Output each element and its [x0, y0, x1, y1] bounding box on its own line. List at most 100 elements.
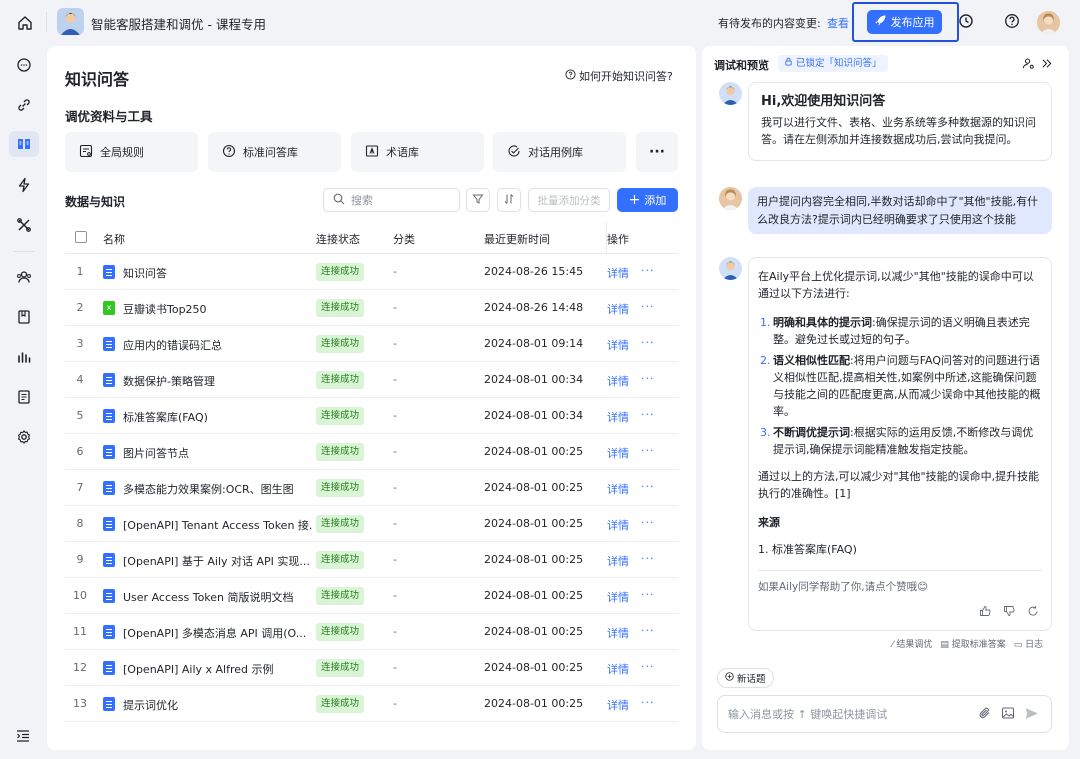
knowledge-book-icon[interactable] [9, 131, 39, 157]
details-link[interactable]: 详情 [607, 265, 629, 281]
table-row[interactable]: 6 图片问答节点 连接成功 - 2024-08-01 00:25 详情 ··· [65, 434, 678, 470]
image-icon[interactable] [1001, 706, 1015, 724]
more-icon[interactable]: ··· [641, 300, 655, 313]
table-row[interactable]: 12 [OpenAPI] Aily x Alfred 示例 连接成功 - 2024-08… [65, 650, 678, 686]
details-link[interactable]: 详情 [607, 409, 629, 425]
persona-icon[interactable] [1022, 57, 1035, 73]
more-icon[interactable]: ··· [641, 336, 655, 349]
select-all-checkbox[interactable] [75, 231, 87, 243]
home-icon[interactable] [14, 12, 36, 34]
filter-button[interactable] [466, 188, 490, 212]
tools-icon[interactable] [13, 214, 35, 236]
send-icon[interactable] [1024, 706, 1039, 724]
input-actions [978, 706, 1039, 724]
thumbs-down-icon[interactable] [1003, 605, 1015, 622]
table-row[interactable]: 1 知识问答 连接成功 - 2024-08-26 15:45 详情 ··· [65, 254, 678, 290]
details-link[interactable]: 详情 [607, 553, 629, 569]
row-name[interactable]: [OpenAPI] Aily x Alfred 示例 [123, 661, 313, 677]
details-link[interactable]: 详情 [607, 481, 629, 497]
more-icon[interactable]: ··· [641, 408, 655, 421]
details-link[interactable]: 详情 [607, 625, 629, 641]
row-name[interactable]: [OpenAPI] 多模态消息 API 调用(O... [123, 625, 313, 641]
details-link[interactable]: 详情 [607, 301, 629, 317]
tool-glossary[interactable]: 术语库 [351, 132, 484, 172]
expand-sidebar-icon[interactable] [15, 728, 31, 747]
link-icon[interactable] [13, 94, 35, 116]
history-icon[interactable] [958, 13, 974, 32]
more-icon[interactable]: ··· [641, 588, 655, 601]
log-icon[interactable] [13, 386, 35, 408]
table-row[interactable]: 10 User Access Token 简版说明文档 连接成功 - 2024-08-0… [65, 578, 678, 614]
users-icon[interactable] [13, 266, 35, 288]
table-row[interactable]: 8 [OpenAPI] Tenant Access Token 接... 连接成功 -… [65, 506, 678, 542]
document-icon[interactable] [13, 306, 35, 328]
details-link[interactable]: 详情 [607, 697, 629, 713]
more-icon[interactable]: ··· [641, 516, 655, 529]
row-name[interactable]: [OpenAPI] Tenant Access Token 接... [123, 517, 313, 533]
sort-button[interactable] [497, 188, 521, 212]
table-row[interactable]: 11 [OpenAPI] 多模态消息 API 调用(O... 连接成功 - 2024-0… [65, 614, 678, 650]
more-icon[interactable]: ··· [641, 552, 655, 565]
table-row[interactable]: 3 应用内的错误码汇总 连接成功 - 2024-08-01 09:14 详情 ··· [65, 326, 678, 362]
item-number: 3. [760, 426, 771, 439]
more-icon[interactable]: ··· [641, 264, 655, 277]
more-icon[interactable]: ··· [641, 480, 655, 493]
help-icon[interactable] [1004, 13, 1020, 32]
tune-result-link[interactable]: ⁄ 结果调优 [892, 637, 932, 650]
source-item[interactable]: 1. 标准答案库(FAQ) [758, 541, 1042, 558]
table-row[interactable]: 5 标准答案库(FAQ) 连接成功 - 2024-08-01 00:34 详情 ··· [65, 398, 678, 434]
regenerate-icon[interactable] [1027, 605, 1039, 622]
bar-chart-icon[interactable] [13, 346, 35, 368]
new-topic-button[interactable]: 新话题 [717, 668, 774, 688]
row-name[interactable]: User Access Token 简版说明文档 [123, 589, 313, 605]
lightning-icon[interactable] [13, 174, 35, 196]
table-row[interactable]: 2 x 豆瓣读书Top250 连接成功 - 2024-08-26 14:48 详情 ··· [65, 290, 678, 326]
attachment-icon[interactable] [978, 706, 992, 724]
row-name[interactable]: 知识问答 [123, 265, 313, 281]
settings-icon[interactable] [13, 426, 35, 448]
details-link[interactable]: 详情 [607, 517, 629, 533]
row-index: 8 [76, 517, 84, 530]
thumbs-up-icon[interactable] [979, 605, 991, 622]
chat-icon[interactable] [13, 54, 35, 76]
tool-dialog-cases[interactable]: 对话用例库 [493, 132, 626, 172]
details-link[interactable]: 详情 [607, 445, 629, 461]
batch-category-button[interactable]: 批量添加分类 [528, 188, 610, 212]
view-changes-link[interactable]: 查看 [827, 15, 849, 31]
more-icon[interactable]: ··· [641, 444, 655, 457]
more-icon[interactable]: ··· [641, 660, 655, 673]
row-name[interactable]: [OpenAPI] 基于 Aily 对话 API 实现... [123, 553, 313, 569]
log-link[interactable]: ▭ 日志 [1014, 637, 1043, 650]
details-link[interactable]: 详情 [607, 589, 629, 605]
details-link[interactable]: 详情 [607, 661, 629, 677]
row-name[interactable]: 豆瓣读书Top250 [123, 301, 313, 317]
more-icon[interactable]: ··· [641, 372, 655, 385]
add-button[interactable]: + 添加 [617, 188, 678, 212]
row-name[interactable]: 提示词优化 [123, 697, 313, 713]
doc-icon [103, 445, 115, 459]
plus-circle-icon [725, 672, 734, 684]
table-row[interactable]: 9 [OpenAPI] 基于 Aily 对话 API 实现... 连接成功 - 2024… [65, 542, 678, 578]
row-name[interactable]: 标准答案库(FAQ) [123, 409, 313, 425]
tool-standard-qa[interactable]: 标准问答库 [208, 132, 341, 172]
publish-button[interactable]: 发布应用 [867, 10, 942, 34]
table-row[interactable]: 7 多模态能力效果案例:OCR、图生图 连接成功 - 2024-08-01 00:25 详… [65, 470, 678, 506]
more-icon[interactable]: ··· [641, 696, 655, 709]
table-row[interactable]: 13 提示词优化 连接成功 - 2024-08-01 00:25 详情 ··· [65, 686, 678, 722]
extract-answer-link[interactable]: ▤ 提取标准答案 [940, 637, 1005, 650]
search-input[interactable]: 搜索 [323, 188, 460, 212]
table-row[interactable]: 4 数据保护-策略管理 连接成功 - 2024-08-01 00:34 详情 ··· [65, 362, 678, 398]
tool-global-rules[interactable]: 全局规则 [65, 132, 198, 172]
more-icon[interactable]: ··· [641, 624, 655, 637]
collapse-panel-icon[interactable] [1040, 57, 1053, 73]
row-name[interactable]: 多模态能力效果案例:OCR、图生图 [123, 481, 313, 497]
message-input[interactable]: 输入消息或按 ↑ 键唤起快捷调试 [717, 695, 1052, 733]
details-link[interactable]: 详情 [607, 373, 629, 389]
user-avatar[interactable] [1037, 11, 1060, 34]
howto-link[interactable]: 如何开始知识问答? [565, 68, 673, 84]
details-link[interactable]: 详情 [607, 337, 629, 353]
row-name[interactable]: 图片问答节点 [123, 445, 313, 461]
row-name[interactable]: 数据保护-策略管理 [123, 373, 313, 389]
row-name[interactable]: 应用内的错误码汇总 [123, 337, 313, 353]
tools-more-button[interactable]: ··· [636, 132, 678, 172]
